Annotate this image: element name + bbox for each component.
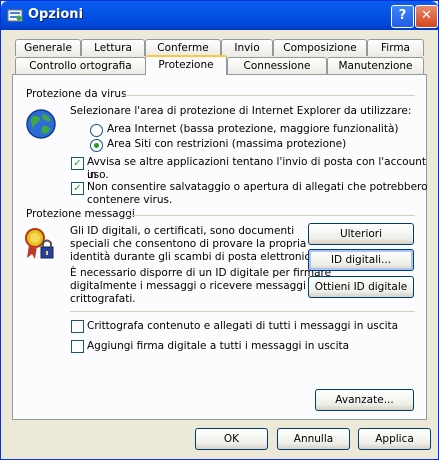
tab-invio[interactable]: Invio xyxy=(221,39,273,56)
tab-conferme[interactable]: Conferme xyxy=(145,39,221,56)
advanced-button[interactable]: Avanzate... xyxy=(315,389,414,411)
help-button[interactable]: ? xyxy=(391,5,414,28)
tab-generale[interactable]: Generale xyxy=(15,39,81,56)
virus-intro-text: Selezionare l'area di protezione di Inte… xyxy=(70,105,412,117)
checkbox-sign-outgoing[interactable] xyxy=(71,340,84,353)
radio-internet-zone[interactable] xyxy=(90,124,103,137)
title-bar[interactable]: Opzioni ? ✕ xyxy=(1,1,438,30)
checkbox-encrypt-outgoing-label[interactable]: Crittografa contenuto e allegati di tutt… xyxy=(87,320,398,333)
secure-group-separator xyxy=(125,215,415,216)
digital-id-need-line2: digitalmente i messaggi o ricevere messa… xyxy=(70,280,306,292)
help-icon: ? xyxy=(398,8,407,23)
checkmark-icon: ✓ xyxy=(73,183,82,194)
checkbox-block-attachments-label-line2[interactable]: contenere virus. xyxy=(87,194,172,207)
checkmark-icon: ✓ xyxy=(73,158,82,169)
certificate-lock-icon xyxy=(25,228,54,259)
get-digital-id-button[interactable]: Ottieni ID digitale xyxy=(308,276,414,298)
checkbox-block-attachments-label-line1[interactable]: Non consentire salvataggio o apertura di… xyxy=(87,181,428,194)
digital-id-desc-line3: identità durante gli scambi di posta ele… xyxy=(70,251,320,263)
tab-manutenzione[interactable]: Manutenzione xyxy=(327,57,424,74)
tab-composizione[interactable]: Composizione xyxy=(273,39,367,56)
secure-inner-separator xyxy=(70,311,415,312)
tab-firma[interactable]: Firma xyxy=(367,39,424,56)
checkbox-encrypt-outgoing[interactable] xyxy=(71,320,84,333)
tab-protezione[interactable]: Protezione xyxy=(145,55,227,75)
globe-shield-icon xyxy=(26,109,56,139)
close-icon: ✕ xyxy=(421,8,432,23)
ok-button[interactable]: OK xyxy=(195,428,268,450)
radio-restricted-label[interactable]: Area Siti con restrizioni (massima prote… xyxy=(107,138,346,151)
radio-internet-label[interactable]: Area Internet (bassa protezione, maggior… xyxy=(107,123,398,136)
digital-id-need-line1: È necessario disporre di un ID digitale … xyxy=(70,267,332,279)
radio-restricted-zone[interactable] xyxy=(90,139,103,152)
options-window: Opzioni ? ✕ Generale Lettura Conferme In… xyxy=(0,0,439,460)
virus-group-separator xyxy=(123,95,415,96)
digital-id-desc-line1: Gli ID digitali, o certificati, sono doc… xyxy=(70,225,295,237)
close-button[interactable]: ✕ xyxy=(415,5,438,28)
virus-group-label: Protezione da virus xyxy=(26,88,127,100)
more-info-button[interactable]: Ulteriori informazioni... xyxy=(308,223,414,260)
cancel-button[interactable]: Annulla xyxy=(277,428,350,450)
apply-button[interactable]: Applica xyxy=(358,428,431,450)
tab-lettura[interactable]: Lettura xyxy=(81,39,145,56)
window-title: Opzioni xyxy=(28,7,84,22)
digital-id-need-line3: crittografati. xyxy=(70,293,136,305)
secure-group-label: Protezione messaggi xyxy=(26,208,135,220)
digital-id-desc-line2: speciali che consentono di provare la pr… xyxy=(70,238,307,250)
checkbox-warn-send-label-line1[interactable]: Avvisa se altre applicazioni tentano l'i… xyxy=(87,156,438,182)
checkbox-block-attachments[interactable]: ✓ xyxy=(71,182,84,195)
options-icon xyxy=(7,9,23,22)
tab-connessione[interactable]: Connessione xyxy=(227,57,327,74)
checkbox-sign-outgoing-label[interactable]: Aggiungi firma digitale a tutti i messag… xyxy=(87,340,349,353)
checkbox-warn-send[interactable]: ✓ xyxy=(71,157,84,170)
tab-controllo-ortografia[interactable]: Controllo ortografia xyxy=(15,57,146,74)
digital-ids-button[interactable]: ID digitali... xyxy=(308,249,414,271)
